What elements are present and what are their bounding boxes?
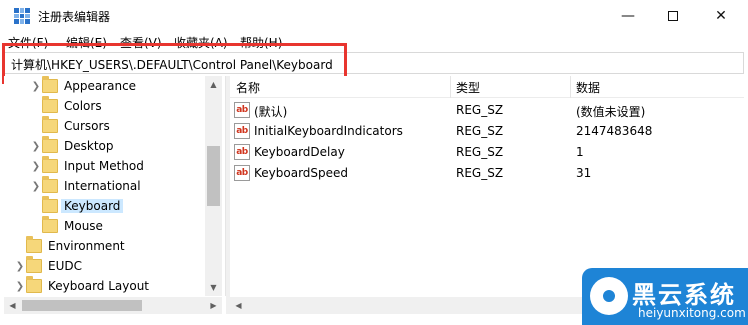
registry-tree[interactable]: ❯ Appearance Colors Cursors ❯ Desktop ❯ … <box>4 76 226 296</box>
tree-item-international[interactable]: ❯ International <box>30 176 141 196</box>
value-type: REG_SZ <box>456 124 504 138</box>
list-row[interactable]: ab (默认) REG_SZ (数值未设置) <box>230 100 744 121</box>
value-data: (数值未设置) <box>576 105 646 119</box>
heiyun-logo-icon <box>590 277 628 315</box>
folder-icon <box>42 116 58 133</box>
title-bar: 注册表编辑器 — ✕ <box>0 0 748 32</box>
tree-item-input-method[interactable]: ❯ Input Method <box>30 156 144 176</box>
chevron-right-icon[interactable]: ❯ <box>30 156 42 176</box>
tree-item-mouse[interactable]: Mouse <box>30 216 103 236</box>
list-row[interactable]: ab InitialKeyboardIndicators REG_SZ 2147… <box>230 121 744 142</box>
value-name: (默认) <box>254 105 288 119</box>
folder-icon <box>26 276 42 293</box>
value-list[interactable]: 名称 类型 数据 ab (默认) REG_SZ (数值未设置) ab Initi… <box>230 76 744 297</box>
value-data: 2147483648 <box>576 124 653 138</box>
value-data: 31 <box>576 166 592 180</box>
column-header-data[interactable]: 数据 <box>576 79 600 96</box>
value-type: REG_SZ <box>456 145 504 159</box>
chevron-right-icon[interactable]: ❯ <box>30 136 42 156</box>
chevron-right-icon[interactable]: ❯ <box>14 276 26 296</box>
folder-icon <box>42 76 58 93</box>
tree-item-keyboard[interactable]: Keyboard <box>30 196 124 216</box>
window-title: 注册表编辑器 <box>38 10 111 24</box>
tree-item-desktop[interactable]: ❯ Desktop <box>30 136 114 156</box>
tree-horizontal-scrollbar[interactable]: ◀ ▶ <box>4 297 222 314</box>
scroll-thumb[interactable] <box>22 300 142 311</box>
ab-string-icon: ab <box>234 102 250 118</box>
scroll-up-arrow-icon[interactable]: ▲ <box>205 76 222 93</box>
folder-icon <box>42 156 58 173</box>
tree-item-appearance[interactable]: ❯ Appearance <box>30 76 136 96</box>
tree-item-eudc[interactable]: ❯ EUDC <box>14 256 82 276</box>
folder-icon <box>42 136 58 153</box>
value-name: KeyboardDelay <box>254 145 345 159</box>
value-name: KeyboardSpeed <box>254 166 349 180</box>
folder-icon <box>42 216 58 233</box>
close-button[interactable]: ✕ <box>697 0 745 32</box>
column-header-type[interactable]: 类型 <box>456 79 480 96</box>
folder-icon <box>26 236 42 253</box>
ab-string-icon: ab <box>234 144 250 160</box>
minimize-button[interactable]: — <box>604 0 652 32</box>
scroll-down-arrow-icon[interactable]: ▼ <box>205 279 222 296</box>
tree-item-colors[interactable]: Colors <box>30 96 102 116</box>
chevron-right-icon[interactable]: ❯ <box>14 256 26 276</box>
maximize-button[interactable] <box>649 0 697 32</box>
tree-item-cursors[interactable]: Cursors <box>30 116 110 136</box>
list-header: 名称 类型 数据 <box>230 76 744 98</box>
scroll-thumb[interactable] <box>207 146 220 206</box>
ab-string-icon: ab <box>234 165 250 181</box>
watermark-title: 黑云系统 <box>632 281 736 309</box>
value-data: 1 <box>576 145 584 159</box>
column-header-name[interactable]: 名称 <box>236 79 260 96</box>
watermark-badge: 黑云系统 heiyunxitong.com <box>582 268 748 325</box>
maximize-icon <box>668 11 678 21</box>
watermark-subtitle: heiyunxitong.com <box>638 306 746 320</box>
tree-item-environment[interactable]: Environment <box>14 236 125 256</box>
folder-icon <box>26 256 42 273</box>
tree-item-keyboard-layout[interactable]: ❯ Keyboard Layout <box>14 276 149 296</box>
value-type: REG_SZ <box>456 166 504 180</box>
folder-icon <box>42 176 58 193</box>
folder-icon <box>42 196 58 213</box>
registry-editor-icon <box>14 8 30 24</box>
scroll-right-arrow-icon[interactable]: ▶ <box>205 297 222 314</box>
folder-icon <box>42 96 58 113</box>
list-row[interactable]: ab KeyboardSpeed REG_SZ 31 <box>230 163 744 184</box>
scroll-left-arrow-icon[interactable]: ◀ <box>4 297 21 314</box>
list-row[interactable]: ab KeyboardDelay REG_SZ 1 <box>230 142 744 163</box>
ab-string-icon: ab <box>234 123 250 139</box>
scroll-left-arrow-icon[interactable]: ◀ <box>230 297 247 314</box>
value-type: REG_SZ <box>456 103 504 117</box>
tree-vertical-scrollbar[interactable]: ▲ ▼ <box>205 76 222 296</box>
value-name: InitialKeyboardIndicators <box>254 124 403 138</box>
chevron-right-icon[interactable]: ❯ <box>30 76 42 96</box>
chevron-right-icon[interactable]: ❯ <box>30 176 42 196</box>
